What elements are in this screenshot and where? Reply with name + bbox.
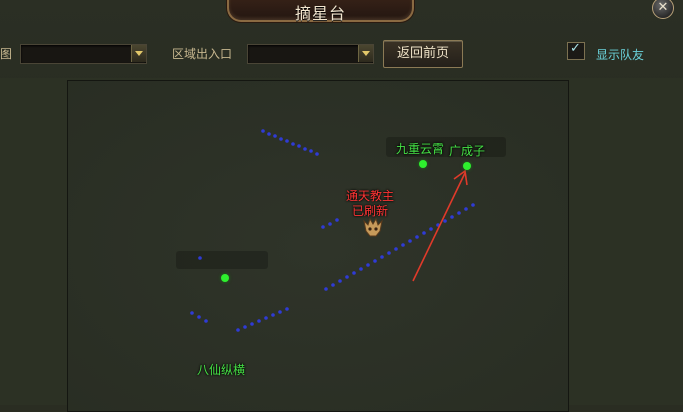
chevron-down-icon[interactable]	[358, 45, 373, 62]
boss-status: 已刷新	[352, 204, 389, 218]
chevron-down-icon[interactable]	[131, 45, 146, 62]
back-button[interactable]: 返回前页	[383, 40, 463, 68]
show-team-label: 显示队友	[596, 48, 645, 62]
boss-skull-icon[interactable]	[363, 217, 383, 237]
map-label-baxian: 八仙纵横	[197, 363, 246, 377]
checkmark-icon: ✓	[570, 41, 581, 56]
map-label-jiuchong: 九重云霄	[396, 142, 445, 156]
annotation-arrow-icon	[412, 169, 468, 282]
window-title-bar: 摘星台	[227, 0, 414, 23]
close-icon: ✕	[657, 0, 669, 15]
boss-name: 通天教主	[346, 189, 395, 203]
close-button[interactable]: ✕	[652, 0, 674, 19]
map-canvas[interactable]: 九重云霄 广成子 通天教主 已刷新 八仙纵横	[67, 80, 569, 412]
npc-marker-guangchengzi[interactable]	[463, 162, 471, 170]
map-select[interactable]	[20, 44, 147, 64]
map-overlay	[190, 129, 475, 332]
npc-marker-jiuchong[interactable]	[419, 160, 427, 168]
path-dots	[190, 129, 475, 332]
npc-marker-west[interactable]	[221, 274, 229, 282]
region-select-label: 区域出入口	[172, 47, 233, 61]
show-team-checkbox[interactable]: ✓	[567, 41, 585, 60]
map-select-label: 图	[0, 47, 13, 61]
map-label-guangchengzi: 广成子	[449, 144, 486, 158]
boss-status-label: 通天教主 已刷新	[346, 189, 394, 219]
window-title: 摘星台	[294, 4, 346, 23]
game-window: 摘星台 ✕ 图 区域出入口 返回前页 ✓ 显示队友 九重云霄 广成子 通天教主 …	[0, 0, 683, 412]
region-select[interactable]	[247, 44, 374, 64]
